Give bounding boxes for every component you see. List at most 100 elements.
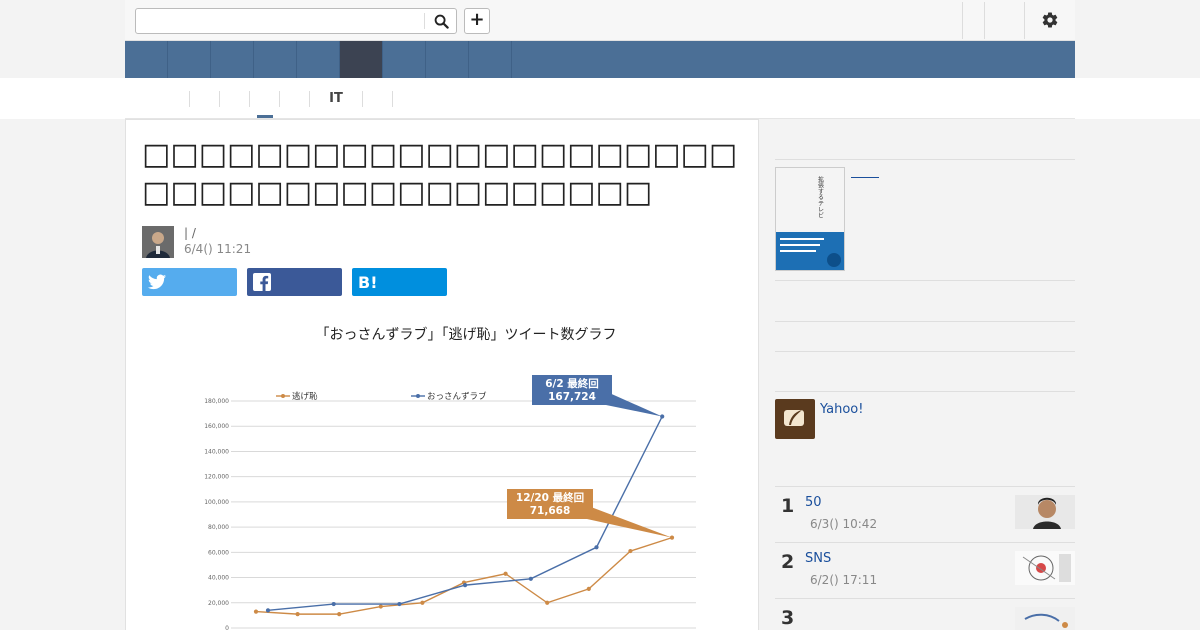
data-point (660, 414, 665, 419)
nav-item[interactable] (297, 41, 340, 78)
subnav-item[interactable] (363, 91, 393, 107)
callout-label: 71,668 (530, 505, 571, 517)
book-link[interactable] (851, 177, 879, 178)
hatena-bookmark-button[interactable]: B! (352, 268, 447, 296)
sidebar-divider (775, 351, 1075, 352)
subnav-item[interactable] (250, 91, 280, 107)
nav-item-active[interactable] (340, 41, 383, 78)
nav-item[interactable] (383, 41, 426, 78)
data-point (463, 583, 468, 588)
legend-marker (281, 394, 285, 398)
subnav-item[interactable] (220, 91, 250, 107)
sidebar-divider (775, 391, 1075, 392)
book-title: 拡張するテレビ (817, 175, 824, 218)
rank-thumbnail[interactable] (1015, 551, 1075, 585)
y-tick-label: 180,000 (204, 398, 229, 405)
data-point (295, 612, 300, 617)
data-point (253, 609, 259, 614)
data-point (669, 535, 675, 540)
tweet-count-chart: 「おっさんずラブ」「逃げ恥」ツイート数グラフ 0 20,000 40,000 60,0… (204, 326, 696, 630)
rank-date: 6/3() 10:42 (810, 517, 878, 531)
legend-label: 逃げ恥 (292, 391, 318, 402)
sidebar-divider (775, 159, 1075, 160)
sidebar-divider (775, 280, 1075, 281)
facebook-share-button[interactable] (247, 268, 342, 296)
y-tick-label: 60,000 (208, 549, 229, 556)
data-point (397, 601, 402, 607)
quill-icon (784, 410, 804, 426)
ranking-item[interactable]: 1 50 6/3() 10:42 (775, 487, 1075, 543)
rank-number: 2 (781, 551, 795, 573)
article-date: 6/4() 11:21 (184, 242, 252, 256)
rank-title[interactable]: 50 (805, 495, 822, 510)
yahoo-creator-icon[interactable] (775, 399, 815, 439)
data-point (378, 604, 383, 609)
subnav-item[interactable] (280, 91, 310, 107)
data-point (265, 608, 271, 613)
topbar-divider (984, 2, 985, 39)
top-bar: + (125, 0, 1075, 41)
data-point (528, 576, 533, 581)
settings-button[interactable] (1038, 9, 1062, 31)
y-tick-label: 100,000 (204, 499, 229, 506)
search-box (135, 8, 457, 34)
subnav-item[interactable] (160, 91, 190, 107)
y-tick-label: 20,000 (208, 600, 229, 607)
book-cover-image[interactable]: 拡張するテレビ (775, 167, 845, 271)
ranking-item[interactable]: 3 (775, 599, 1075, 630)
data-point (503, 571, 508, 576)
search-divider (424, 13, 425, 29)
facebook-icon (253, 273, 271, 291)
rank-title[interactable]: SNS (805, 551, 831, 566)
data-point (420, 600, 425, 605)
nav-item[interactable] (426, 41, 469, 78)
callout-label: 12/20 最終回 (516, 491, 584, 504)
nav-item[interactable] (469, 41, 512, 78)
data-point (545, 600, 550, 605)
add-button[interactable]: + (464, 8, 490, 34)
topbar-divider (962, 2, 963, 39)
nav-item[interactable] (168, 41, 211, 78)
topbar-divider (1024, 2, 1025, 39)
data-point (594, 545, 599, 550)
yahoo-link[interactable]: Yahoo! (820, 402, 863, 417)
callout-label: 6/2 最終回 (545, 377, 599, 390)
y-tick-label: 0 (225, 625, 229, 630)
data-point (628, 548, 633, 554)
rank-thumbnail[interactable] (1015, 607, 1075, 630)
search-icon (434, 14, 449, 29)
author-avatar[interactable] (142, 226, 174, 258)
data-point (337, 612, 342, 617)
data-point (586, 586, 591, 592)
hatena-icon: B! (358, 272, 378, 292)
article: □□□□□□□□□□□□□□□□□□□□□□□□□□□□□□□□□□□□□□□ … (125, 119, 759, 630)
subnav-item-it[interactable]: IT (310, 91, 363, 107)
ranking-item[interactable]: 2 SNS 6/2() 17:11 (775, 543, 1075, 599)
y-tick-label: 120,000 (204, 474, 229, 481)
gear-icon (1042, 12, 1058, 28)
search-input[interactable] (140, 12, 420, 30)
rank-thumbnail[interactable] (1015, 495, 1075, 529)
article-title: □□□□□□□□□□□□□□□□□□□□□□□□□□□□□□□□□□□□□□□ (142, 137, 738, 210)
callout-pointer (606, 391, 663, 417)
sidebar-divider (775, 321, 1075, 322)
nav-item[interactable] (254, 41, 297, 78)
twitter-share-button[interactable] (142, 268, 237, 296)
legend-marker (416, 394, 420, 398)
y-tick-label: 80,000 (208, 524, 229, 531)
rank-number: 1 (781, 495, 795, 517)
sidebar: 拡張するテレビ Yahoo! 1 50 6/3() 10:42 2 SNS 6/… (775, 119, 1075, 630)
y-tick-label: 160,000 (204, 423, 229, 430)
y-tick-label: 40,000 (208, 575, 229, 582)
data-point (331, 601, 336, 607)
subnav-item[interactable] (190, 91, 220, 107)
legend-label: おっさんずラブ (427, 391, 487, 402)
search-button[interactable] (430, 12, 452, 30)
nav-item[interactable] (125, 41, 168, 78)
rank-date: 6/2() 17:11 (810, 573, 878, 587)
callout-pointer (587, 505, 672, 538)
global-nav (125, 41, 1075, 78)
article-byline: | / (184, 226, 196, 240)
nav-item[interactable] (211, 41, 254, 78)
sub-nav: IT (0, 78, 1200, 119)
